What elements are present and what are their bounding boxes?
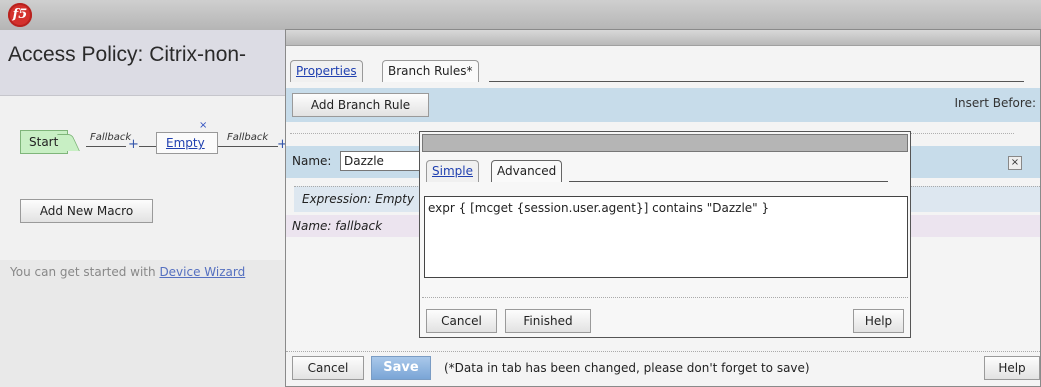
top-bar [0,0,1041,30]
popup-cancel-button[interactable]: Cancel [426,309,497,333]
tab-simple[interactable]: Simple [426,160,479,182]
flow-line [139,146,156,147]
unsaved-note: (*Data in tab has been changed, please d… [444,361,810,375]
device-wizard-link[interactable]: Device Wizard [159,265,245,279]
popup-divider [422,297,908,298]
getting-started-hint: You can get started with Device Wizard [10,265,245,279]
empty-node-link[interactable]: Empty [166,136,205,150]
rule-name-input[interactable]: Dazzle [340,151,430,171]
tab-properties[interactable]: Properties [290,60,363,82]
cancel-button[interactable]: Cancel [292,356,364,380]
f5-logo: f5 [8,3,32,27]
policy-canvas [0,96,286,260]
name-label: Name: [292,154,332,168]
page-title: Access Policy: Citrix-non- [8,43,247,66]
flow-line [86,146,126,147]
delete-rule-icon[interactable]: × [1008,156,1022,170]
expression-textarea[interactable]: expr { [mcget {session.user.agent}] cont… [424,196,908,278]
expression-editor-popup: Simple Advanced expr { [mcget {session.u… [419,131,911,338]
tab-advanced[interactable]: Advanced [491,160,563,182]
help-button[interactable]: Help [984,356,1040,380]
insert-before-label: Insert Before: [954,96,1036,110]
start-node[interactable]: Start [20,130,68,154]
fallback-label: Fallback [227,132,269,143]
popup-help-button[interactable]: Help [853,309,904,333]
popup-tab-underline [569,181,888,182]
empty-node[interactable]: Empty [156,132,218,154]
fallback-name: Name: fallback [292,219,383,233]
add-branch-rule-button[interactable]: Add Branch Rule [292,93,429,117]
expression-label[interactable]: Expression: Empty [302,192,414,206]
tab-underline [489,81,1024,82]
remove-icon[interactable]: × [199,120,207,131]
tab-branch-rules[interactable]: Branch Rules* [382,60,479,82]
dialog-titlebar[interactable] [286,30,1040,46]
save-button[interactable]: Save [371,356,431,380]
finished-button[interactable]: Finished [505,309,591,333]
footer-divider [286,351,1040,352]
fallback-label: Fallback [90,132,132,143]
flow-line [218,146,278,147]
add-item-plus-icon[interactable]: + [128,137,139,152]
hint-text: You can get started with [10,265,160,279]
popup-titlebar[interactable] [422,134,908,152]
add-new-macro-button[interactable]: Add New Macro [20,199,153,223]
